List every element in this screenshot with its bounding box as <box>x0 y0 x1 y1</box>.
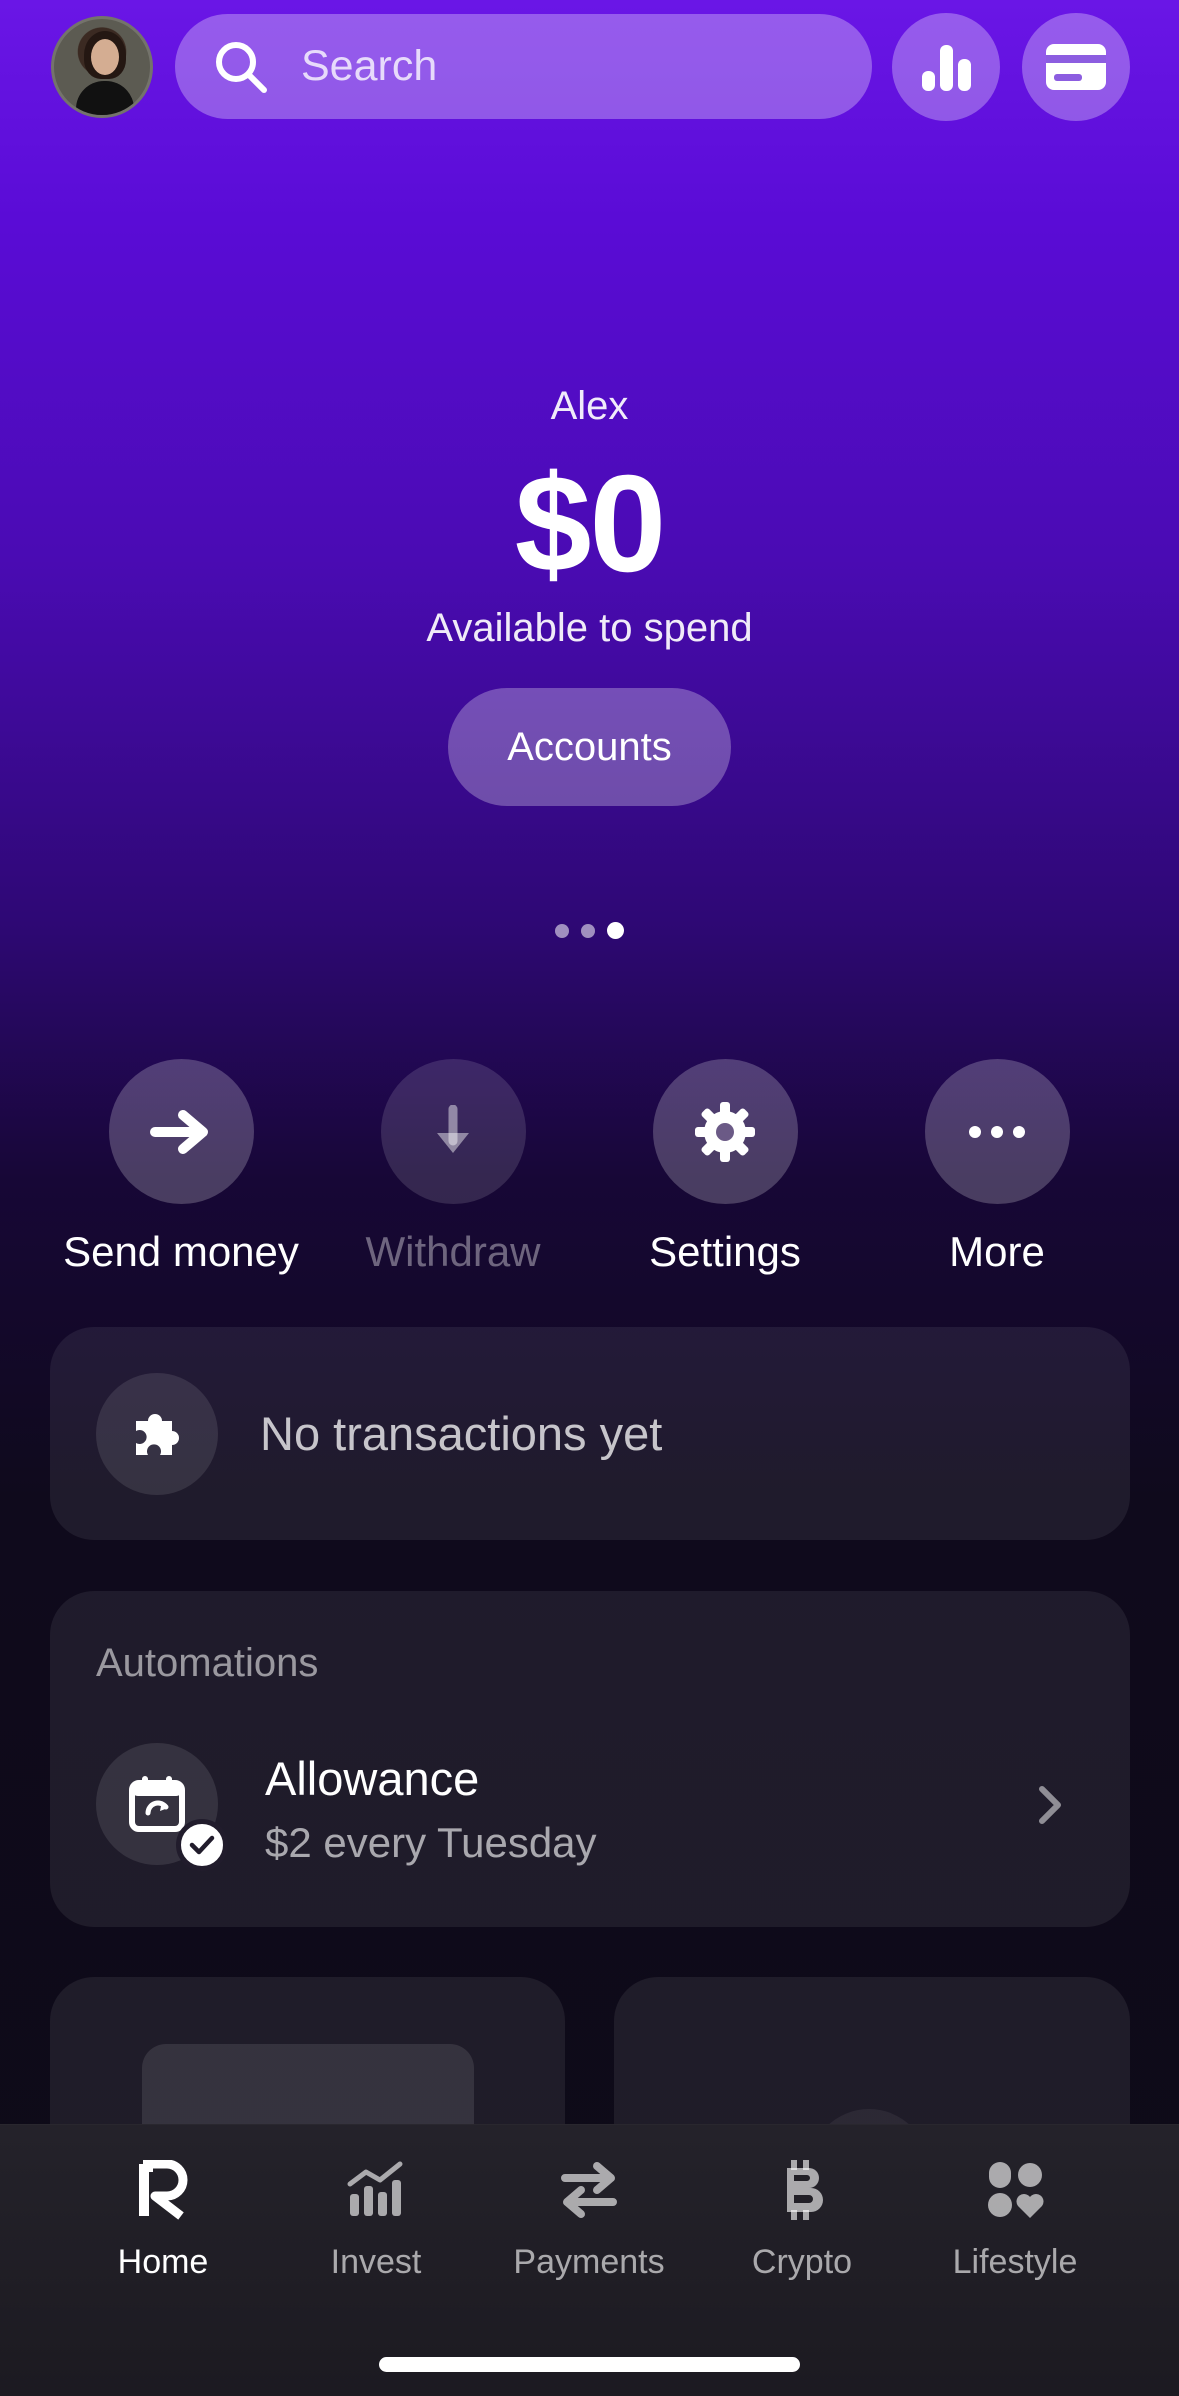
send-money-icon-wrap[interactable] <box>108 1059 254 1204</box>
avatar-face <box>91 39 119 75</box>
avatar[interactable] <box>51 16 153 118</box>
withdraw-button[interactable]: Withdraw <box>317 1059 589 1276</box>
card-icon <box>1046 44 1106 90</box>
allowance-row[interactable]: Allowance $2 every Tuesday <box>50 1743 1130 1871</box>
chevron-right-icon <box>1039 1786 1061 1824</box>
automations-card: Automations Allowance $2 every Tuesday <box>50 1591 1130 1927</box>
search-icon <box>216 41 267 93</box>
nav-invest-label: Invest <box>330 2243 422 2281</box>
send-money-button[interactable]: Send money <box>45 1059 317 1276</box>
more-button[interactable]: More <box>861 1059 1133 1276</box>
analytics-button[interactable] <box>892 13 1000 121</box>
balance-caption: Available to spend <box>426 606 753 650</box>
transfer-arrows-icon <box>561 2162 617 2218</box>
withdraw-icon-wrap[interactable] <box>380 1059 526 1204</box>
more-icon-wrap[interactable] <box>924 1059 1070 1204</box>
carousel-dot[interactable] <box>581 923 595 938</box>
carousel-dot[interactable] <box>555 923 569 938</box>
ellipsis-icon <box>969 1125 1025 1138</box>
cards-button[interactable] <box>1022 13 1130 121</box>
search-placeholder: Search <box>301 42 438 90</box>
avatar-body <box>76 81 134 115</box>
account-owner: Alex <box>550 384 629 428</box>
allowance-name: Allowance <box>265 1752 480 1805</box>
transactions-card[interactable]: No transactions yet <box>50 1327 1130 1540</box>
arrow-right-icon <box>150 1109 208 1154</box>
puzzle-icon <box>136 1413 179 1455</box>
more-label: More <box>949 1228 1045 1275</box>
send-money-label: Send money <box>63 1228 299 1275</box>
bitcoin-icon <box>787 2160 823 2220</box>
no-transactions-text: No transactions yet <box>260 1407 663 1460</box>
carousel-dot-active[interactable] <box>607 922 624 939</box>
nav-home[interactable]: Home <box>63 2155 263 2282</box>
withdraw-label: Withdraw <box>365 1228 541 1275</box>
home-indicator <box>379 2357 800 2372</box>
nav-invest[interactable]: Invest <box>276 2155 476 2282</box>
home-logo-icon <box>139 2160 188 2220</box>
calendar-repeat-icon <box>129 1776 185 1832</box>
carousel-indicator <box>0 922 1179 939</box>
nav-payments-label: Payments <box>513 2243 665 2281</box>
nav-lifestyle-label: Lifestyle <box>952 2243 1078 2281</box>
nav-lifestyle[interactable]: Lifestyle <box>915 2155 1115 2282</box>
check-icon <box>189 1835 215 1855</box>
nav-home-label: Home <box>117 2243 209 2281</box>
balance-amount: $0 <box>514 447 667 601</box>
settings-label: Settings <box>649 1228 801 1275</box>
gear-icon <box>695 1101 755 1162</box>
settings-icon-wrap[interactable] <box>652 1059 798 1204</box>
accounts-button[interactable]: Accounts <box>448 688 731 806</box>
allowance-active-badge <box>176 1819 228 1871</box>
invest-chart-icon <box>347 2161 403 2216</box>
bar-chart-icon <box>922 45 971 91</box>
arrow-down-icon <box>437 1104 469 1153</box>
search-input[interactable]: Search <box>175 14 872 119</box>
allowance-schedule: $2 every Tuesday <box>265 1819 597 1866</box>
transactions-icon-wrap <box>96 1372 218 1495</box>
lifestyle-icon <box>988 2162 1044 2218</box>
nav-payments[interactable]: Payments <box>489 2155 689 2282</box>
automations-title: Automations <box>96 1641 319 1685</box>
settings-button[interactable]: Settings <box>589 1059 861 1276</box>
nav-crypto-label: Crypto <box>751 2243 853 2281</box>
nav-crypto[interactable]: Crypto <box>702 2155 902 2282</box>
bottom-nav: Home Invest Payments Crypto Lifestyle <box>0 2124 1179 2396</box>
